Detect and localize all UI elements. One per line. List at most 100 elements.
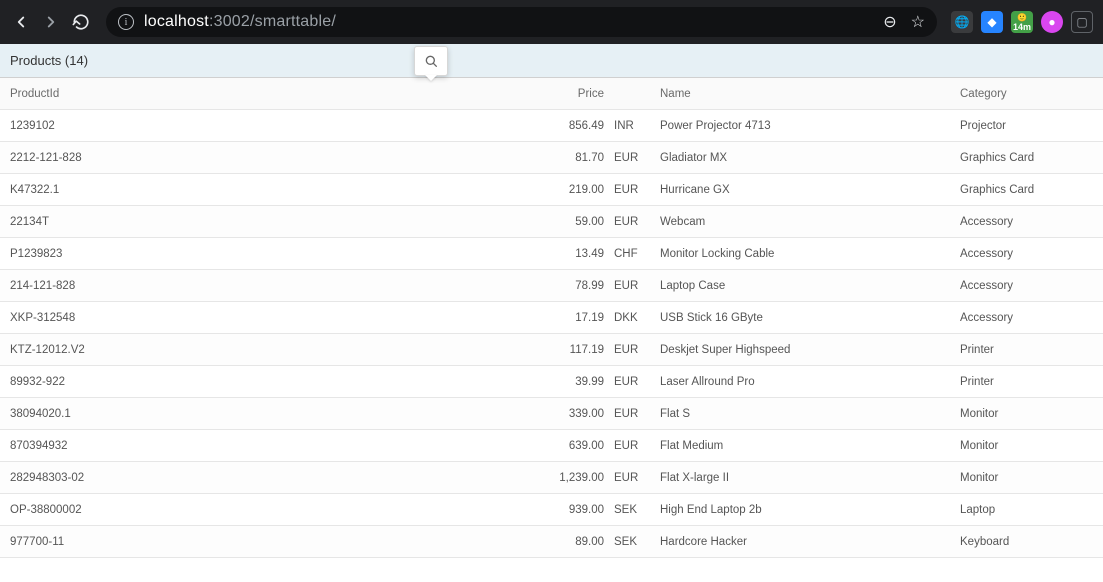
- table-row[interactable]: 977700-11 89.00 SEK Hardcore Hacker Keyb…: [0, 526, 1103, 558]
- cell-currency: DKK: [610, 312, 660, 324]
- cell-category: Projector: [960, 120, 1093, 132]
- back-button[interactable]: [10, 13, 32, 31]
- cell-productid: P1239823: [10, 248, 310, 260]
- table-row[interactable]: OP-38800002 939.00 SEK High End Laptop 2…: [0, 494, 1103, 526]
- cell-name: Laser Allround Pro: [660, 376, 960, 388]
- table-row[interactable]: 870394932 639.00 EUR Flat Medium Monitor: [0, 430, 1103, 462]
- cell-category: Printer: [960, 344, 1093, 356]
- page-title: Products (14): [10, 53, 88, 68]
- cell-price: 78.99: [310, 280, 610, 292]
- cell-price: 81.70: [310, 152, 610, 164]
- extension-icons: 🌐 ◆ 🙂14m ● ▢: [951, 11, 1093, 33]
- table-row[interactable]: XKP-312548 17.19 DKK USB Stick 16 GByte …: [0, 302, 1103, 334]
- cell-productid: 2212-121-828: [10, 152, 310, 164]
- cell-price: 17.19: [310, 312, 610, 324]
- cell-name: High End Laptop 2b: [660, 504, 960, 516]
- cell-name: Hurricane GX: [660, 184, 960, 196]
- cell-currency: EUR: [610, 280, 660, 292]
- cell-price: 59.00: [310, 216, 610, 228]
- cell-category: Monitor: [960, 440, 1093, 452]
- cell-category: Printer: [960, 376, 1093, 388]
- cell-price: 89.00: [310, 536, 610, 548]
- table-row[interactable]: 22134T 59.00 EUR Webcam Accessory: [0, 206, 1103, 238]
- page-toolbar: Products (14): [0, 44, 1103, 78]
- cell-name: Hardcore Hacker: [660, 536, 960, 548]
- extension-pink-icon[interactable]: ●: [1041, 11, 1063, 33]
- bookmark-star-icon[interactable]: ☆: [911, 12, 925, 32]
- column-header-name[interactable]: Name: [660, 88, 960, 100]
- cell-price: 39.99: [310, 376, 610, 388]
- table-row[interactable]: P1239823 13.49 CHF Monitor Locking Cable…: [0, 238, 1103, 270]
- extension-globe-icon[interactable]: 🌐: [951, 11, 973, 33]
- cell-name: Deskjet Super Highspeed: [660, 344, 960, 356]
- cell-currency: INR: [610, 120, 660, 132]
- cell-currency: CHF: [610, 248, 660, 260]
- extension-timer-icon[interactable]: 🙂14m: [1011, 11, 1033, 33]
- cell-currency: EUR: [610, 376, 660, 388]
- cell-productid: OP-38800002: [10, 504, 310, 516]
- cell-name: Flat X-large II: [660, 472, 960, 484]
- url-path: :3002/smarttable/: [209, 13, 336, 30]
- cell-productid: K47322.1: [10, 184, 310, 196]
- search-popover-button[interactable]: [414, 46, 448, 76]
- cell-category: Graphics Card: [960, 184, 1093, 196]
- cell-currency: EUR: [610, 472, 660, 484]
- cell-currency: SEK: [610, 536, 660, 548]
- cell-category: Accessory: [960, 312, 1093, 324]
- table-row[interactable]: 89932-922 39.99 EUR Laser Allround Pro P…: [0, 366, 1103, 398]
- table-row[interactable]: 214-121-828 78.99 EUR Laptop Case Access…: [0, 270, 1103, 302]
- cell-price: 219.00: [310, 184, 610, 196]
- extension-timer-badge: 14m: [1013, 22, 1031, 32]
- cell-name: Laptop Case: [660, 280, 960, 292]
- table-row[interactable]: KTZ-12012.V2 117.19 EUR Deskjet Super Hi…: [0, 334, 1103, 366]
- cell-name: Monitor Locking Cable: [660, 248, 960, 260]
- cell-price: 639.00: [310, 440, 610, 452]
- column-header-price[interactable]: Price: [310, 88, 610, 100]
- url-text: localhost:3002/smarttable/: [144, 13, 336, 31]
- table-row[interactable]: 282948303-02 1,239.00 EUR Flat X-large I…: [0, 462, 1103, 494]
- cell-name: Flat S: [660, 408, 960, 420]
- cell-price: 13.49: [310, 248, 610, 260]
- cell-category: Accessory: [960, 280, 1093, 292]
- cell-productid: 22134T: [10, 216, 310, 228]
- cell-currency: EUR: [610, 184, 660, 196]
- cell-category: Keyboard: [960, 536, 1093, 548]
- reload-button[interactable]: [70, 13, 92, 31]
- cell-productid: 214-121-828: [10, 280, 310, 292]
- browser-toolbar: i localhost:3002/smarttable/ ⊖ ☆ 🌐 ◆ 🙂14…: [0, 0, 1103, 44]
- zoom-out-icon[interactable]: ⊖: [883, 12, 896, 32]
- cell-productid: 1239102: [10, 120, 310, 132]
- column-header-category[interactable]: Category: [960, 88, 1093, 100]
- cell-currency: EUR: [610, 408, 660, 420]
- cell-productid: 870394932: [10, 440, 310, 452]
- table-row[interactable]: 1239102 856.49 INR Power Projector 4713 …: [0, 110, 1103, 142]
- cell-productid: KTZ-12012.V2: [10, 344, 310, 356]
- cell-price: 117.19: [310, 344, 610, 356]
- cell-productid: 282948303-02: [10, 472, 310, 484]
- cell-productid: XKP-312548: [10, 312, 310, 324]
- extension-blue-icon[interactable]: ◆: [981, 11, 1003, 33]
- address-bar[interactable]: i localhost:3002/smarttable/ ⊖ ☆: [106, 7, 937, 37]
- column-header-productid[interactable]: ProductId: [10, 88, 310, 100]
- cell-name: Flat Medium: [660, 440, 960, 452]
- extension-box-icon[interactable]: ▢: [1071, 11, 1093, 33]
- cell-name: USB Stick 16 GByte: [660, 312, 960, 324]
- site-info-icon[interactable]: i: [118, 14, 134, 30]
- table-row[interactable]: 38094020.1 339.00 EUR Flat S Monitor: [0, 398, 1103, 430]
- cell-currency: SEK: [610, 504, 660, 516]
- cell-category: Monitor: [960, 472, 1093, 484]
- cell-price: 939.00: [310, 504, 610, 516]
- cell-category: Monitor: [960, 408, 1093, 420]
- table-row[interactable]: 2212-121-828 81.70 EUR Gladiator MX Grap…: [0, 142, 1103, 174]
- cell-price: 1,239.00: [310, 472, 610, 484]
- forward-button[interactable]: [40, 13, 62, 31]
- cell-currency: EUR: [610, 440, 660, 452]
- cell-productid: 38094020.1: [10, 408, 310, 420]
- table-row[interactable]: K47322.1 219.00 EUR Hurricane GX Graphic…: [0, 174, 1103, 206]
- cell-currency: EUR: [610, 152, 660, 164]
- cell-category: Accessory: [960, 216, 1093, 228]
- cell-currency: EUR: [610, 344, 660, 356]
- cell-category: Laptop: [960, 504, 1093, 516]
- cell-name: Power Projector 4713: [660, 120, 960, 132]
- url-host: localhost: [144, 13, 209, 30]
